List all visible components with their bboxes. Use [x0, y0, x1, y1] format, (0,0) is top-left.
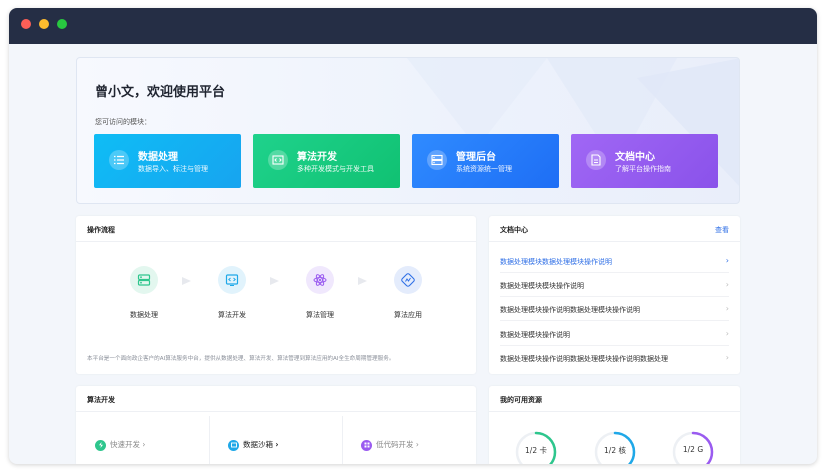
close-window-button[interactable] [21, 19, 31, 29]
divider [342, 416, 343, 464]
step-label: 算法开发 [218, 311, 246, 319]
doc-link[interactable]: 数据处理模块模块操作说明 › [500, 273, 729, 297]
docs-panel: 文档中心 查看 数据处理模块数据处理模块操作说明 › 数据处理模块模块操作说明 › … [489, 216, 740, 374]
greeting-title: 曾小文，欢迎使用平台 [95, 85, 226, 100]
doc-title: 数据处理模块操作说明数据处理模块操作说明 [500, 306, 640, 314]
quick-dev-link[interactable]: 快速开发 › [95, 439, 145, 451]
link-icon [394, 266, 422, 294]
atom-icon [306, 266, 334, 294]
low-code-dev-link[interactable]: 低代码开发 › [361, 439, 419, 451]
module-desc: 系统资源统一管理 [456, 165, 512, 173]
arrow-icon [270, 277, 279, 285]
resource-gauge-cores: 1/2 核 [593, 430, 637, 464]
welcome-banner: 曾小文，欢迎使用平台 您可访问的模块： 数据处理 数据导入、标注与管理 算法开发… [76, 57, 740, 204]
lowcode-icon [361, 439, 372, 451]
divider [76, 241, 476, 242]
server-icon [130, 266, 158, 294]
server-icon [427, 150, 447, 170]
view-more-link[interactable]: 查看 [715, 225, 729, 235]
step-label: 算法应用 [394, 311, 422, 319]
module-card-docs[interactable]: 文档中心 了解平台操作指南 [571, 134, 718, 188]
resource-gauge-card: 1/2 卡 [514, 430, 558, 464]
step-label: 算法管理 [306, 311, 334, 319]
module-title: 算法开发 [297, 152, 337, 163]
link-label: 数据沙箱 [243, 440, 273, 449]
chevron-right-icon: › [725, 304, 729, 313]
step-label: 数据处理 [130, 311, 158, 319]
resource-value: 1/2 卡 [525, 446, 547, 455]
doc-title: 数据处理模块数据处理模块操作说明 [500, 258, 612, 266]
sandbox-icon [228, 439, 239, 451]
step-algorithm-app[interactable]: 算法应用 [368, 266, 448, 320]
panel-title: 操作流程 [87, 226, 115, 234]
divider [76, 411, 476, 412]
chevron-right-icon: › [275, 440, 279, 449]
maximize-window-button[interactable] [57, 19, 67, 29]
step-data-processing[interactable]: 数据处理 [104, 266, 184, 320]
doc-link[interactable]: 数据处理模块数据处理模块操作说明 › [500, 249, 729, 273]
divider [209, 416, 210, 464]
chevron-right-icon: › [725, 256, 729, 265]
step-algorithm-mgmt[interactable]: 算法管理 [280, 266, 360, 320]
arrow-icon [182, 277, 191, 285]
minimize-window-button[interactable] [39, 19, 49, 29]
divider [489, 241, 740, 242]
link-label: 快速开发 [110, 440, 140, 449]
step-algorithm-dev[interactable]: 算法开发 [192, 266, 272, 320]
platform-description: 本平台是一个面向政企客户的AI算法服务中台，提供从数据处理、算法开发、算法管理到… [87, 356, 395, 362]
panel-title: 算法开发 [87, 396, 115, 404]
doc-link[interactable]: 数据处理模块操作说明数据处理模块操作说明数据处理 › [500, 346, 729, 370]
document-icon [586, 150, 606, 170]
module-card-admin[interactable]: 管理后台 系统资源统一管理 [412, 134, 559, 188]
divider [489, 411, 740, 412]
doc-link[interactable]: 数据处理模块操作说明数据处理模块操作说明 › [500, 297, 729, 321]
code-icon [218, 266, 246, 294]
chevron-right-icon: › [725, 353, 729, 362]
arrow-icon [358, 277, 367, 285]
panel-title: 我的可用资源 [500, 396, 542, 404]
list-icon [109, 150, 129, 170]
doc-title: 数据处理模块模块操作说明 [500, 282, 584, 290]
title-bar [9, 8, 817, 44]
module-desc: 数据导入、标注与管理 [138, 165, 208, 173]
module-card-data-processing[interactable]: 数据处理 数据导入、标注与管理 [94, 134, 241, 188]
doc-title: 数据处理模块操作说明 [500, 331, 570, 339]
module-title: 管理后台 [456, 152, 496, 163]
module-title: 文档中心 [615, 152, 655, 163]
doc-link[interactable]: 数据处理模块操作说明 › [500, 322, 729, 346]
panel-title: 文档中心 [500, 226, 528, 234]
chevron-right-icon: › [415, 440, 419, 449]
workflow-panel: 操作流程 数据处理 算法开发 算法管理 算法应用 本平台是一个面向政企客户的AI… [76, 216, 476, 374]
flash-icon [95, 439, 106, 451]
chevron-right-icon: › [725, 329, 729, 338]
modules-label: 您可访问的模块： [95, 118, 151, 126]
resources-panel: 我的可用资源 1/2 卡 1/2 核 1/2 G [489, 386, 740, 464]
resource-value: 1/2 核 [604, 446, 626, 455]
algorithm-dev-panel: 算法开发 快速开发 › 数据沙箱 › 低代码开发 › [76, 386, 476, 464]
chevron-right-icon: › [725, 280, 729, 289]
chevron-right-icon: › [142, 440, 146, 449]
app-window: 曾小文，欢迎使用平台 您可访问的模块： 数据处理 数据导入、标注与管理 算法开发… [9, 8, 817, 464]
module-title: 数据处理 [138, 152, 178, 163]
module-desc: 多种开发模式与开发工具 [297, 165, 374, 173]
resource-gauge-memory: 1/2 G [671, 430, 715, 464]
resource-value: 1/2 G [682, 445, 704, 454]
data-sandbox-link[interactable]: 数据沙箱 › [228, 439, 278, 451]
link-label: 低代码开发 [376, 440, 414, 449]
code-icon [268, 150, 288, 170]
module-desc: 了解平台操作指南 [615, 165, 671, 173]
module-card-algorithm-dev[interactable]: 算法开发 多种开发模式与开发工具 [253, 134, 400, 188]
doc-title: 数据处理模块操作说明数据处理模块操作说明数据处理 [500, 355, 668, 363]
